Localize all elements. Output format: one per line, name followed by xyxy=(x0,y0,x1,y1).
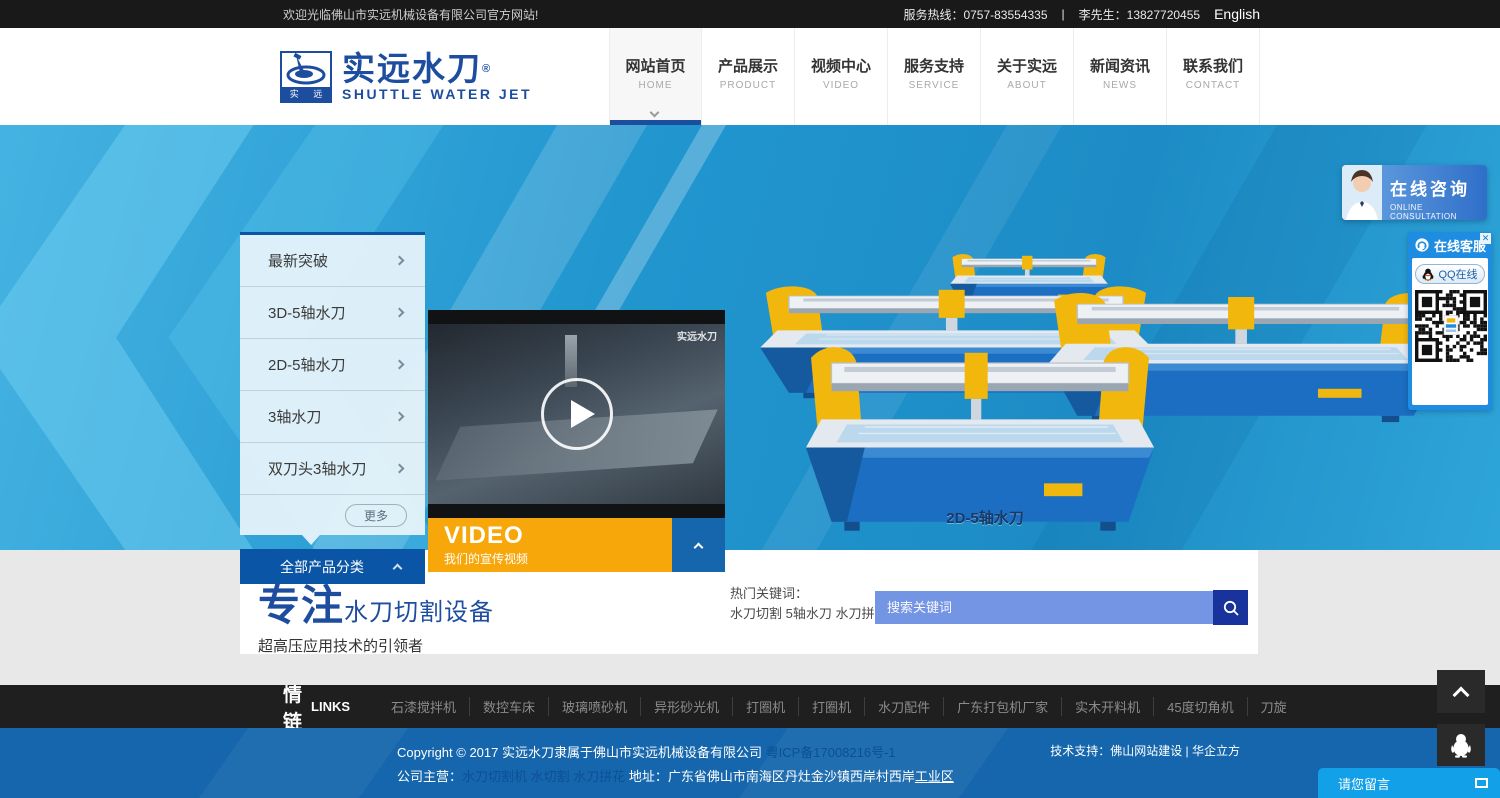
chevron-right-icon xyxy=(395,412,405,422)
nav-item-product[interactable]: 产品展示 PRODUCT xyxy=(702,28,795,125)
links-title-en: LINKS xyxy=(311,699,350,714)
intro-section: 专注水刀切割设备 超高压应用技术的引领者 热门关键词： 水刀切割 5轴水刀 水刀… xyxy=(0,550,1500,685)
friend-link[interactable]: 实木开料机 xyxy=(1061,697,1153,716)
english-link[interactable]: English xyxy=(1214,6,1260,22)
friend-links-band: 友情链接 LINKS 石漆搅拌机 数控车床 玻璃喷砂机 异形砂光机 打圈机 打圈… xyxy=(0,685,1500,728)
hot-keywords-label: 热门关键词： xyxy=(730,584,887,604)
sidebar-item-3axis[interactable]: 3轴水刀 xyxy=(240,391,425,443)
more-button[interactable]: 更多 xyxy=(345,504,407,527)
all-categories-bar[interactable]: 全部产品分类 xyxy=(240,549,425,584)
sidebar-item-latest[interactable]: 最新突破 xyxy=(240,235,425,287)
friend-link[interactable]: 异形砂光机 xyxy=(640,697,732,716)
friend-link[interactable]: 打圈机 xyxy=(798,697,864,716)
business-links[interactable]: 水刀切割机 水切割 水刀拼花 xyxy=(462,769,629,784)
friend-link[interactable]: 水刀配件 xyxy=(864,697,943,716)
company-address-tail: 工业区 xyxy=(915,769,954,784)
online-consultation-badge[interactable]: 在线咨询 ONLINE CONSULTATION xyxy=(1342,165,1487,220)
intro-subtitle: 超高压应用技术的引领者 xyxy=(258,635,494,656)
qq-chat-button[interactable] xyxy=(1437,724,1485,766)
sidebar-item-dualhead-3axis[interactable]: 双刀头3轴水刀 xyxy=(240,443,425,495)
logo-name: 实远水刀 xyxy=(342,50,482,87)
consult-subtitle: ONLINE CONSULTATION xyxy=(1390,203,1487,220)
banner-artwork: 2D-5轴水刀 xyxy=(0,125,1500,550)
chevron-right-icon xyxy=(395,308,405,318)
scroll-to-top-button[interactable] xyxy=(1437,670,1485,713)
nav-item-news[interactable]: 新闻资讯 NEWS xyxy=(1074,28,1167,125)
friend-link[interactable]: 广东打包机厂家 xyxy=(943,697,1061,716)
qr-center-logo xyxy=(1444,316,1458,335)
chevron-down-icon xyxy=(649,108,659,118)
qq-penguin-icon xyxy=(1450,732,1472,758)
icp-link[interactable]: 粤ICP备17008216号-1 xyxy=(766,745,896,760)
chevron-right-icon xyxy=(395,464,405,474)
hero-banner: 2D-5轴水刀 最新突破 3D-5轴水刀 2D-5轴水刀 3轴水刀 双刀头3轴水… xyxy=(0,125,1500,550)
company-logo[interactable]: 实 远 实远水刀® SHUTTLE WATER JET xyxy=(280,51,532,103)
tech-support[interactable]: 技术支持：佛山网站建设 | 华企立方 xyxy=(1050,742,1240,759)
customer-service-panel: ✕ 在线客服 xyxy=(1408,232,1492,410)
window-icon xyxy=(1475,778,1488,788)
friend-link[interactable]: 石漆搅拌机 xyxy=(378,697,469,716)
topbar-divider: | xyxy=(1062,7,1065,21)
play-button-icon[interactable] xyxy=(541,378,613,450)
nav-item-service[interactable]: 服务支持 SERVICE xyxy=(888,28,981,125)
logo-seal-text: 实 远 xyxy=(282,87,330,101)
friend-link[interactable]: 打圈机 xyxy=(732,697,798,716)
welcome-text: 欢迎光临佛山市实远机械设备有限公司官方网站! xyxy=(283,6,538,23)
qq-qr-code xyxy=(1415,290,1487,362)
hot-keywords: 热门关键词： 水刀切割 5轴水刀 水刀拼花 xyxy=(730,584,887,624)
leave-message-label: 请您留言 xyxy=(1338,774,1390,793)
nav-item-video[interactable]: 视频中心 VIDEO xyxy=(795,28,888,125)
close-icon[interactable]: ✕ xyxy=(1480,233,1491,244)
video-watermark: 实远水刀 xyxy=(677,328,717,343)
service-panel-title: 在线客服 xyxy=(1434,236,1486,255)
product-category-sidebar: 最新突破 3D-5轴水刀 2D-5轴水刀 3轴水刀 双刀头3轴水刀 更多 全部产… xyxy=(240,232,425,584)
headset-icon xyxy=(1415,238,1429,252)
nav-item-contact[interactable]: 联系我们 CONTACT xyxy=(1167,28,1260,125)
friend-link[interactable]: 刀旋 xyxy=(1247,697,1300,716)
friend-link[interactable]: 45度切角机 xyxy=(1153,697,1246,716)
nav-item-about[interactable]: 关于实远 ABOUT xyxy=(981,28,1074,125)
top-bar: 欢迎光临佛山市实远机械设备有限公司官方网站! 服务热线：0757-8355433… xyxy=(0,0,1500,28)
site-footer: Copyright © 2017 实远水刀隶属于佛山市实远机械设备有限公司 粤I… xyxy=(0,728,1500,798)
chevron-up-icon xyxy=(393,564,403,574)
business-line: 公司主营：水刀切割机 水切割 水刀拼花 地址：广东省佛山市南海区丹灶金沙镇西岸村… xyxy=(397,765,954,789)
nav-item-home[interactable]: 网站首页 HOME xyxy=(609,28,702,125)
site-header: 实 远 实远水刀® SHUTTLE WATER JET 网站首页 HOME 产品… xyxy=(0,28,1500,125)
copyright-line: Copyright © 2017 实远水刀隶属于佛山市实远机械设备有限公司 粤I… xyxy=(397,741,954,765)
sidebar-item-2d-5axis[interactable]: 2D-5轴水刀 xyxy=(240,339,425,391)
logo-text: 实远水刀® SHUTTLE WATER JET xyxy=(342,52,532,102)
search-input[interactable] xyxy=(875,591,1213,624)
friend-link[interactable]: 玻璃喷砂机 xyxy=(548,697,640,716)
logo-mark-icon: 实 远 xyxy=(280,51,332,103)
chevron-up-icon xyxy=(1453,686,1470,703)
friend-link[interactable]: 数控车床 xyxy=(469,697,548,716)
machine-label: 2D-5轴水刀 xyxy=(880,507,1090,528)
logo-english: SHUTTLE WATER JET xyxy=(342,86,532,102)
agent-avatar xyxy=(1342,165,1382,220)
chevron-right-icon xyxy=(395,360,405,370)
sidebar-item-3d-5axis[interactable]: 3D-5轴水刀 xyxy=(240,287,425,339)
registered-mark: ® xyxy=(482,63,492,75)
search-icon xyxy=(1222,599,1240,617)
chevron-up-icon xyxy=(694,542,704,552)
main-nav: 网站首页 HOME 产品展示 PRODUCT 视频中心 VIDEO 服务支持 S… xyxy=(609,28,1260,125)
company-address: 广东省佛山市南海区丹灶金沙镇西岸村西岸 xyxy=(668,769,915,784)
video-caption: VIDEO 我们的宣传视频 xyxy=(428,518,672,572)
qq-penguin-icon xyxy=(1422,268,1434,281)
qq-online-button[interactable]: QQ在线 xyxy=(1415,264,1485,284)
consult-title: 在线咨询 xyxy=(1390,175,1487,200)
video-collapse-button[interactable] xyxy=(672,518,725,572)
sidebar-pointer xyxy=(302,535,320,545)
waterjet-machines-illustration xyxy=(680,240,1480,550)
promo-video-block: 实远水刀 VIDEO 我们的宣传视频 xyxy=(428,310,725,572)
search-button[interactable] xyxy=(1213,590,1248,625)
chevron-right-icon xyxy=(395,256,405,266)
manager-phone: 李先生：13827720455 xyxy=(1079,6,1200,23)
friend-links-list: 石漆搅拌机 数控车床 玻璃喷砂机 异形砂光机 打圈机 打圈机 水刀配件 广东打包… xyxy=(378,697,1300,716)
leave-message-bar[interactable]: 请您留言 xyxy=(1318,768,1500,798)
video-player[interactable]: 实远水刀 xyxy=(428,310,725,518)
hot-keywords-list[interactable]: 水刀切割 5轴水刀 水刀拼花 xyxy=(730,604,887,624)
service-hotline: 服务热线：0757-83554335 xyxy=(903,6,1047,23)
